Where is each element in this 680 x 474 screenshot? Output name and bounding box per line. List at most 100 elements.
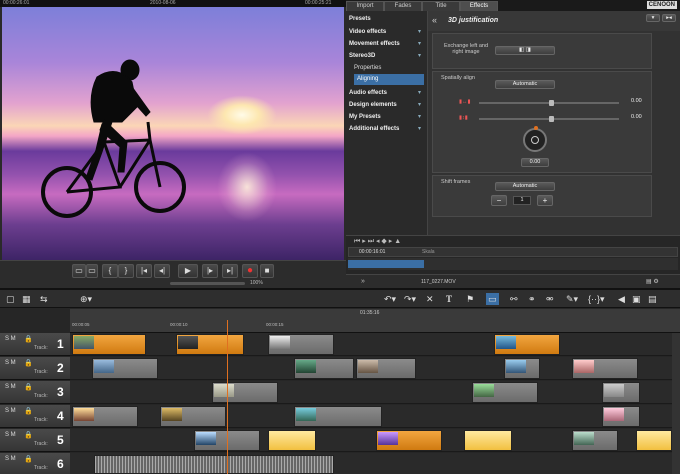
video-clip[interactable] [212,382,278,403]
zoom-icon[interactable]: ▣ [632,293,641,305]
next-marker-button[interactable]: |▸ [202,264,218,278]
mark-in-button[interactable]: { [102,264,118,278]
video-clip[interactable] [176,334,244,355]
video-clip[interactable] [494,334,560,355]
lock-icon[interactable]: 🔒 [24,383,33,391]
title-clip[interactable] [636,430,672,451]
fx-design-elements[interactable]: Design elements ▾ [349,99,425,111]
fx-stereo3d[interactable]: Stereo3D ▾ [349,50,425,62]
view-storyboard-icon[interactable]: ▦ [22,293,31,305]
rotation-value[interactable]: 0.00 [521,158,549,167]
undo-icon[interactable]: ↶▾ [384,293,396,305]
track-lane-4[interactable] [70,405,680,428]
link-icon[interactable]: ⚯ [510,293,518,305]
keyframe-track[interactable]: 00:00:16:01 Skala [348,247,678,257]
fx-aligning[interactable]: Aligning [354,74,424,85]
video-clip[interactable] [504,358,540,379]
monitor-icon[interactable]: ▭ [72,264,86,278]
mark-out-button[interactable]: } [118,264,134,278]
fx-movement-effects[interactable]: Movement effects ▾ [349,38,425,50]
tab-import[interactable]: Import [346,1,384,11]
track-header-6[interactable]: S M 🔒 Track: 6 [0,453,70,474]
track-header-2[interactable]: S M 🔒 Track: 2 [0,357,70,380]
fx-my-presets[interactable]: My Presets ▾ [349,111,425,123]
video-clip[interactable] [602,382,640,403]
keyframe-selection[interactable] [348,260,424,268]
dropdown-icon[interactable]: ▾ [646,14,660,22]
track-header-1[interactable]: S M 🔒 Track: 1 [0,333,70,356]
go-to-end-button[interactable]: ▸| [222,264,238,278]
redo-icon[interactable]: ↷▾ [404,293,416,305]
lock-icon[interactable]: 🔒 [24,407,33,415]
track-lane-5[interactable] [70,429,680,452]
rotation-knob[interactable] [523,126,547,152]
mode-icon[interactable]: ⊕▾ [80,293,92,305]
spatial-auto-button[interactable]: Automatic [495,80,555,89]
more-icon[interactable]: {··}▾ [588,293,605,305]
view-timeline-icon[interactable]: ⇆ [40,293,48,305]
grid-icon[interactable]: ▤ [648,293,657,305]
track-lane-1[interactable] [70,333,680,356]
title-clip[interactable] [268,430,316,451]
marker-icon[interactable]: ⚑ [466,293,474,305]
lock-icon[interactable]: 🔒 [24,335,33,343]
timeline-ruler[interactable]: 01:35:16 00:00:05 00:00:10 00:00:15 [70,309,680,333]
audio-icon[interactable]: ◀ [618,293,625,305]
vertical-scrollbar[interactable] [672,333,680,474]
previous-frame-button[interactable]: ◂| [154,264,170,278]
video-clip[interactable] [376,430,442,451]
plus-button[interactable]: + [537,195,553,206]
delete-icon[interactable]: ✕ [426,293,434,305]
fx-properties[interactable]: Properties [354,63,424,74]
fx-additional-effects[interactable]: Additional effects ▾ [349,123,425,135]
expand-icon[interactable]: ▸◂ [662,14,676,22]
go-to-start-button[interactable]: |◂ [136,264,152,278]
video-clip[interactable] [92,358,158,379]
video-clip[interactable] [268,334,334,355]
lock-icon[interactable]: 🔒 [24,455,33,463]
video-clip[interactable] [572,358,638,379]
monitor2-icon[interactable]: ▭ [86,264,98,278]
view-single-icon[interactable]: ▢ [6,293,15,305]
title-clip[interactable] [464,430,512,451]
track-lane-6[interactable] [70,453,680,474]
track-header-5[interactable]: S M 🔒 Track: 5 [0,429,70,452]
video-clip[interactable] [72,334,146,355]
video-clip[interactable] [572,430,618,451]
vertical-slider[interactable] [479,116,619,122]
record-button[interactable]: ● [242,264,258,278]
video-clip[interactable] [160,406,226,427]
video-clip[interactable] [72,406,138,427]
shift-auto-button[interactable]: Automatic [495,182,555,191]
back-icon[interactable]: « [432,15,437,25]
lock-icon[interactable]: 🔒 [24,431,33,439]
track-header-4[interactable]: S M 🔒 Track: 4 [0,405,70,428]
playhead[interactable] [227,320,228,474]
track-header-3[interactable]: S M 🔒 Track: 3 [0,381,70,404]
collapse-icon[interactable]: » [361,278,365,285]
stop-button[interactable]: ■ [260,264,274,278]
video-clip[interactable] [294,358,354,379]
play-button[interactable]: ▶ [178,264,198,278]
audio-clip[interactable] [94,455,334,474]
fx-video-effects[interactable]: Video effects ▾ [349,26,425,38]
minus-button[interactable]: − [491,195,507,206]
mouse-mode-icon[interactable]: ▭ [486,293,499,305]
video-clip[interactable] [602,406,640,427]
horizontal-slider[interactable] [479,100,619,106]
lock-icon[interactable]: 🔒 [24,359,33,367]
keyframe-nav-icons[interactable]: ⏮ ▸ ⏭ ◂ ◆ ▸ ▲ [354,237,401,246]
track-lane-2[interactable] [70,357,680,380]
settings-icon[interactable]: ▤ ⚙ [646,278,659,285]
fx-audio-effects[interactable]: Audio effects ▾ [349,87,425,99]
tab-title[interactable]: Title [422,1,460,11]
fx-presets[interactable]: Presets [349,13,425,25]
group-icon[interactable]: ⚭ [528,293,536,305]
tab-fades[interactable]: Fades [384,1,422,11]
shift-value-field[interactable]: 1 [513,196,531,205]
track-lane-3[interactable] [70,381,680,404]
exchange-button[interactable]: ◧ ◨ [495,46,555,55]
video-clip[interactable] [294,406,382,427]
split-icon[interactable]: ⚮ [546,293,554,305]
title-icon[interactable]: T [446,293,452,305]
